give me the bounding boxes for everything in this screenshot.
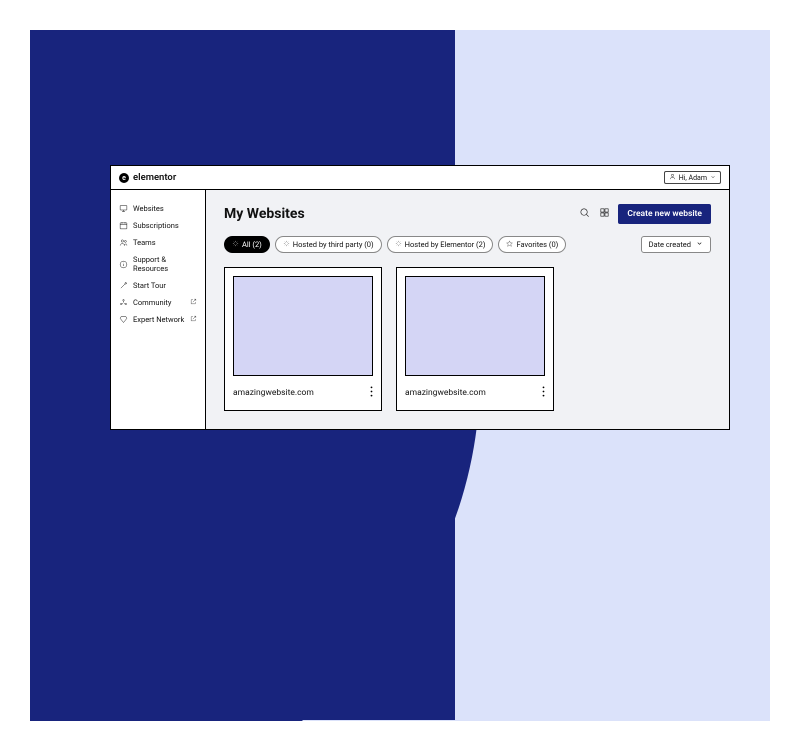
sort-dropdown[interactable]: Date created bbox=[641, 236, 711, 253]
page-header: My Websites Create new website bbox=[224, 204, 711, 224]
sidebar-item-label: Support & Resources bbox=[133, 255, 197, 273]
card-menu-button[interactable] bbox=[542, 386, 545, 400]
search-button[interactable] bbox=[578, 208, 590, 220]
sidebar-item-label: Expert Network bbox=[133, 315, 184, 324]
page-title: My Websites bbox=[224, 206, 305, 222]
wand-icon bbox=[119, 281, 128, 290]
calendar-icon bbox=[119, 221, 128, 230]
brand-name-label: elementor bbox=[133, 172, 176, 183]
user-icon bbox=[669, 173, 676, 182]
create-website-button[interactable]: Create new website bbox=[618, 204, 711, 224]
website-domain-label: amazingwebsite.com bbox=[233, 388, 314, 398]
filter-label: Favorites (0) bbox=[516, 240, 558, 249]
sidebar-item-label: Subscriptions bbox=[133, 221, 179, 230]
diamond-icon bbox=[119, 315, 128, 324]
website-card[interactable]: amazingwebsite.com bbox=[396, 267, 554, 411]
sparkle-icon bbox=[395, 240, 402, 249]
card-menu-button[interactable] bbox=[370, 386, 373, 400]
grid-icon bbox=[599, 207, 610, 221]
sidebar-item-label: Teams bbox=[133, 238, 156, 247]
filter-label: Hosted by Elementor (2) bbox=[405, 240, 486, 249]
chevron-down-icon bbox=[696, 240, 703, 249]
sidebar-item-community[interactable]: Community bbox=[111, 294, 205, 311]
website-domain-label: amazingwebsite.com bbox=[405, 388, 486, 398]
external-link-icon bbox=[190, 315, 197, 324]
website-grid: amazingwebsite.com amazingwebsite.com bbox=[224, 267, 711, 411]
website-thumbnail bbox=[233, 276, 373, 376]
sidebar-item-start-tour[interactable]: Start Tour bbox=[111, 277, 205, 294]
filter-third-party[interactable]: Hosted by third party (0) bbox=[275, 236, 382, 253]
sidebar-item-label: Community bbox=[133, 298, 171, 307]
website-card[interactable]: amazingwebsite.com bbox=[224, 267, 382, 411]
filter-all[interactable]: All (2) bbox=[224, 236, 270, 253]
sidebar-item-label: Websites bbox=[133, 204, 164, 213]
sidebar-item-subscriptions[interactable]: Subscriptions bbox=[111, 217, 205, 234]
sidebar-item-support[interactable]: Support & Resources bbox=[111, 251, 205, 277]
sparkle-icon bbox=[232, 240, 239, 249]
filter-label: All (2) bbox=[242, 240, 262, 249]
filter-elementor[interactable]: Hosted by Elementor (2) bbox=[387, 236, 494, 253]
topbar: e elementor Hi, Adam bbox=[111, 166, 729, 190]
info-icon bbox=[119, 260, 128, 269]
sort-label: Date created bbox=[649, 240, 691, 249]
monitor-icon bbox=[119, 204, 128, 213]
filter-label: Hosted by third party (0) bbox=[293, 240, 374, 249]
filter-favorites[interactable]: Favorites (0) bbox=[498, 236, 566, 253]
chevron-down-icon bbox=[710, 174, 716, 182]
kebab-icon bbox=[542, 390, 545, 400]
sidebar-item-teams[interactable]: Teams bbox=[111, 234, 205, 251]
grid-view-button[interactable] bbox=[598, 208, 610, 220]
filter-toolbar: All (2) Hosted by third party (0) bbox=[224, 236, 711, 253]
main-content: My Websites Create new website bbox=[206, 190, 729, 429]
user-greeting-label: Hi, Adam bbox=[679, 174, 707, 182]
sidebar-item-websites[interactable]: Websites bbox=[111, 200, 205, 217]
website-thumbnail bbox=[405, 276, 545, 376]
search-icon bbox=[579, 207, 590, 221]
app-window: e elementor Hi, Adam bbox=[110, 165, 730, 430]
star-icon bbox=[506, 240, 513, 249]
sidebar-item-expert-network[interactable]: Expert Network bbox=[111, 311, 205, 328]
brand-logo-icon: e bbox=[119, 173, 129, 183]
user-menu[interactable]: Hi, Adam bbox=[664, 171, 721, 184]
sidebar-item-label: Start Tour bbox=[133, 281, 166, 290]
kebab-icon bbox=[370, 390, 373, 400]
external-link-icon bbox=[190, 298, 197, 307]
brand[interactable]: e elementor bbox=[119, 172, 176, 183]
community-icon bbox=[119, 298, 128, 307]
sidebar: Websites Subscriptions bbox=[111, 190, 206, 429]
users-icon bbox=[119, 238, 128, 247]
sparkle-icon bbox=[283, 240, 290, 249]
